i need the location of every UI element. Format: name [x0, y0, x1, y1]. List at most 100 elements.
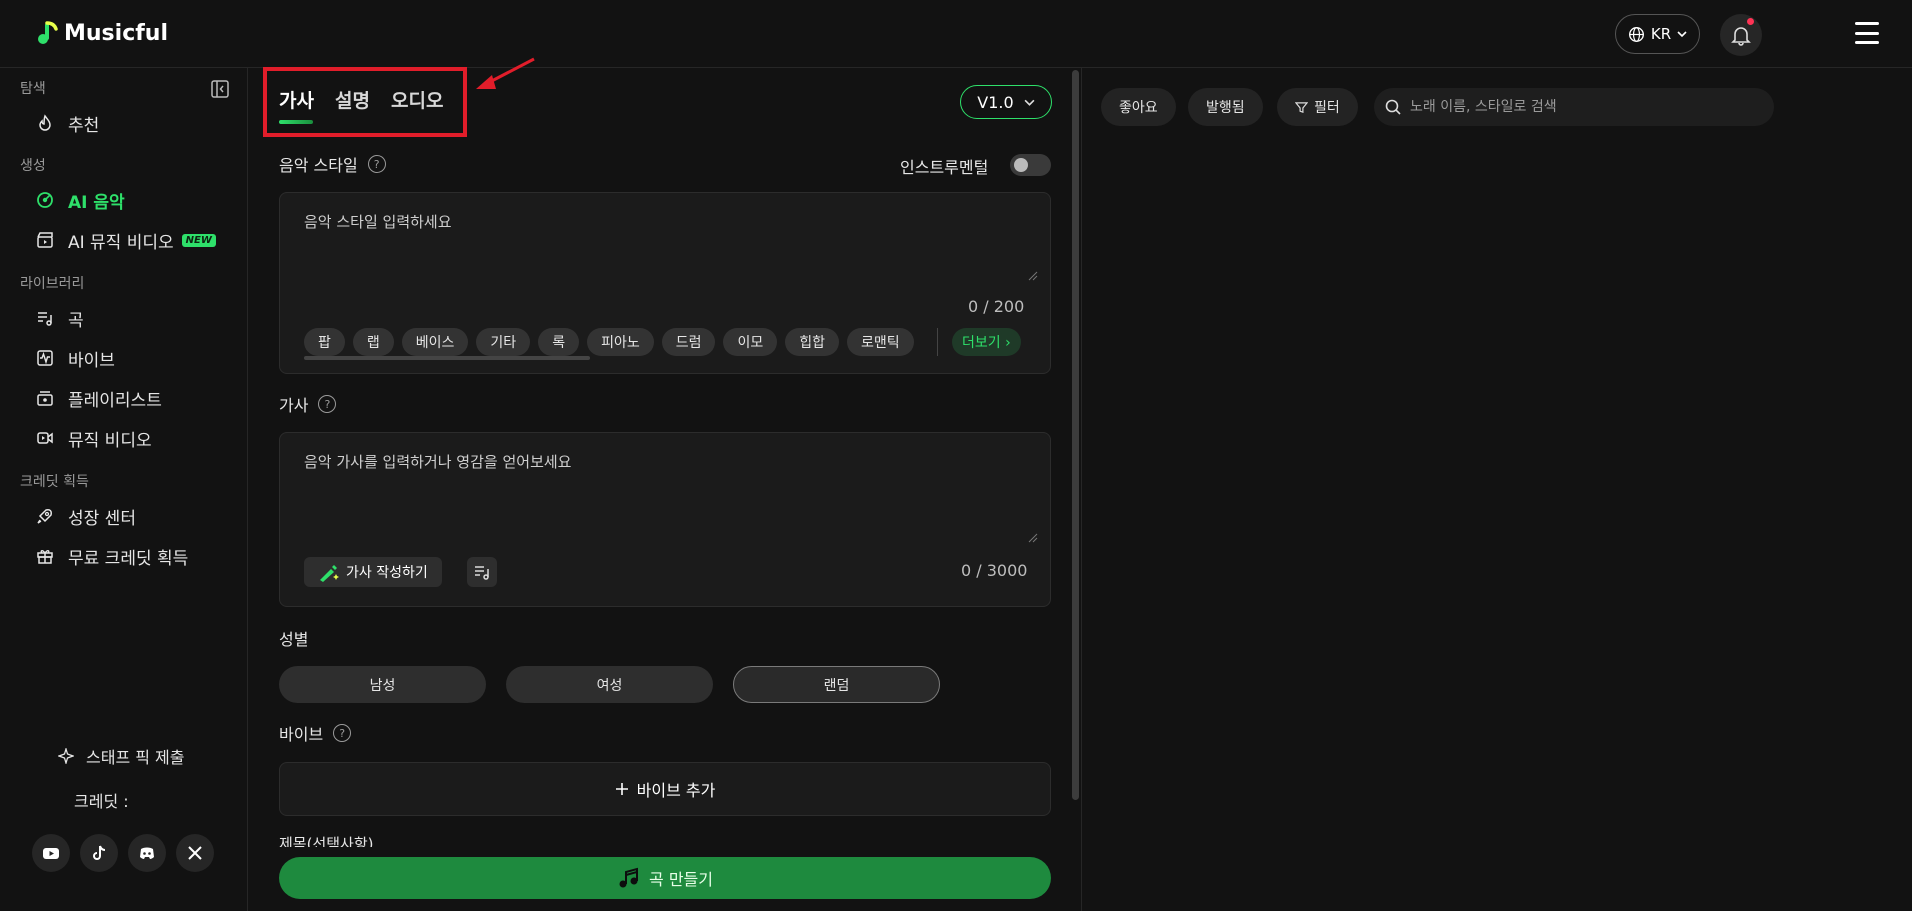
add-vibe-button[interactable]: 바이브 추가	[279, 762, 1051, 816]
discord-icon[interactable]	[128, 834, 166, 872]
app-logo[interactable]: Musicful	[36, 20, 168, 46]
music-style-input[interactable]: 음악 스타일 입력하세요	[304, 211, 452, 232]
gender-option-random[interactable]: 랜덤	[733, 666, 940, 703]
tab-lyrics[interactable]: 가사	[279, 86, 314, 113]
language-selector[interactable]: KR	[1615, 14, 1700, 54]
sidebar-item-label: 무료 크레딧 획득	[68, 548, 189, 569]
write-lyrics-button[interactable]: 가사 작성하기	[304, 557, 442, 587]
lyrics-input[interactable]: 음악 가사를 입력하거나 영감을 얻어보세요	[304, 451, 571, 472]
panel-divider	[1081, 68, 1082, 911]
write-lyrics-label: 가사 작성하기	[346, 565, 428, 581]
style-chip[interactable]: 피아노	[587, 328, 654, 356]
magic-pen-icon	[320, 565, 339, 582]
filter-label: 필터	[1314, 100, 1340, 116]
main-scrollbar-thumb[interactable]	[1072, 70, 1079, 800]
notifications-button[interactable]	[1720, 14, 1762, 56]
sparkle-icon	[58, 748, 74, 764]
title-optional-label: 제목(선택사항)	[279, 835, 374, 847]
sidebar-item-playlists[interactable]: 플레이리스트	[36, 385, 162, 411]
style-chip[interactable]: 이모	[723, 328, 778, 356]
filter-funnel-icon	[1295, 101, 1308, 113]
style-chip[interactable]: 힙합	[785, 328, 840, 356]
sidebar-item-growth-center[interactable]: 성장 센터	[36, 503, 136, 529]
new-badge: NEW	[181, 233, 216, 247]
lyrics-counter: 0 / 3000	[961, 561, 1028, 580]
likes-filter-label: 좋아요	[1119, 100, 1158, 116]
song-list-icon	[38, 312, 52, 326]
gender-label: 성별	[279, 630, 309, 649]
style-chip[interactable]: 록	[538, 328, 580, 356]
music-list-icon	[475, 566, 489, 580]
version-selector[interactable]: V1.0	[960, 85, 1052, 119]
x-twitter-icon[interactable]	[176, 834, 214, 872]
credits-label: 크레딧 :	[74, 792, 129, 811]
youtube-icon[interactable]	[32, 834, 70, 872]
sidebar-item-recommended[interactable]: 추천	[36, 110, 99, 136]
likes-filter-button[interactable]: 좋아요	[1101, 88, 1176, 126]
hamburger-menu-icon[interactable]	[1855, 22, 1879, 44]
staff-pick-label: 스태프 픽 제출	[86, 748, 185, 767]
music-style-counter: 0 / 200	[968, 297, 1025, 316]
rocket-icon	[37, 509, 52, 524]
video-camera-icon	[37, 432, 53, 444]
plus-icon	[615, 783, 628, 795]
filter-button[interactable]: 필터	[1277, 88, 1358, 126]
tiktok-icon[interactable]	[80, 834, 118, 872]
sidebar-item-songs[interactable]: 곡	[36, 305, 84, 331]
sidebar-item-label: 성장 센터	[68, 508, 136, 529]
style-chip[interactable]: 랩	[352, 328, 394, 356]
sidebar-item-ai-music[interactable]: AI 음악	[36, 187, 125, 213]
style-chip[interactable]: 로맨틱	[847, 328, 914, 356]
style-chip[interactable]: 팝	[304, 328, 345, 356]
sidebar-item-ai-music-video[interactable]: AI 뮤직 비디오 NEW	[36, 227, 216, 253]
active-tab-indicator	[279, 120, 313, 124]
sidebar-item-free-credits[interactable]: 무료 크레딧 획득	[36, 543, 188, 569]
search-input[interactable]	[1410, 99, 1750, 115]
help-icon[interactable]: ?	[367, 155, 386, 173]
music-style-label-row: 음악 스타일 ?	[279, 152, 386, 176]
vibe-label-row: 바이브 ?	[279, 721, 352, 745]
top-bar: Musicful KR	[0, 0, 1912, 68]
tab-description[interactable]: 설명	[335, 86, 370, 113]
globe-icon	[1628, 26, 1644, 42]
music-disc-icon	[37, 192, 53, 208]
tab-audio[interactable]: 오디오	[391, 86, 443, 113]
gender-option-female[interactable]: 여성	[506, 666, 713, 703]
collapse-sidebar-icon[interactable]	[211, 80, 229, 98]
lyrics-label-row: 가사 ?	[279, 392, 337, 416]
style-chip[interactable]: 베이스	[401, 328, 469, 356]
chip-divider	[937, 328, 938, 356]
app-name: Musicful	[64, 20, 169, 46]
language-code: KR	[1650, 25, 1672, 43]
sidebar-item-music-videos[interactable]: 뮤직 비디오	[36, 425, 152, 451]
notification-dot	[1747, 18, 1754, 25]
flame-icon	[39, 114, 51, 131]
instrumental-label: 인스트루멘털	[900, 158, 989, 177]
waveform-icon	[37, 350, 53, 366]
section-earn-credits: 크레딧 획득	[20, 474, 89, 490]
playlist-icon	[37, 391, 53, 406]
style-chip[interactable]: 드럼	[661, 328, 716, 356]
sidebar-item-label: 추천	[68, 115, 100, 136]
published-filter-button[interactable]: 발행됨	[1188, 88, 1263, 126]
chips-scrollbar[interactable]	[304, 356, 590, 360]
music-notes-icon	[619, 867, 639, 888]
gender-option-male[interactable]: 남성	[279, 666, 486, 703]
staff-pick-submit[interactable]: 스태프 픽 제출	[58, 744, 185, 768]
resize-handle-icon[interactable]	[1028, 271, 1038, 281]
sidebar-item-label: AI 뮤직 비디오	[68, 232, 174, 253]
sidebar-item-vibes[interactable]: 바이브	[36, 345, 115, 371]
help-icon[interactable]: ?	[318, 395, 337, 413]
more-styles-button[interactable]: 더보기 ›	[952, 328, 1021, 356]
style-chip[interactable]: 기타	[476, 328, 531, 356]
instrumental-toggle[interactable]	[1010, 154, 1051, 176]
lyrics-list-button[interactable]	[467, 557, 497, 587]
section-explore: 탐색	[20, 81, 46, 97]
section-library: 라이브러리	[20, 276, 85, 292]
resize-handle-icon[interactable]	[1028, 533, 1038, 543]
create-song-button[interactable]: 곡 만들기	[279, 857, 1051, 899]
sidebar-item-label: AI 음악	[68, 192, 125, 213]
version-value: V1.0	[977, 92, 1014, 112]
sidebar-item-label: 곡	[68, 310, 84, 331]
help-icon[interactable]: ?	[333, 724, 352, 742]
